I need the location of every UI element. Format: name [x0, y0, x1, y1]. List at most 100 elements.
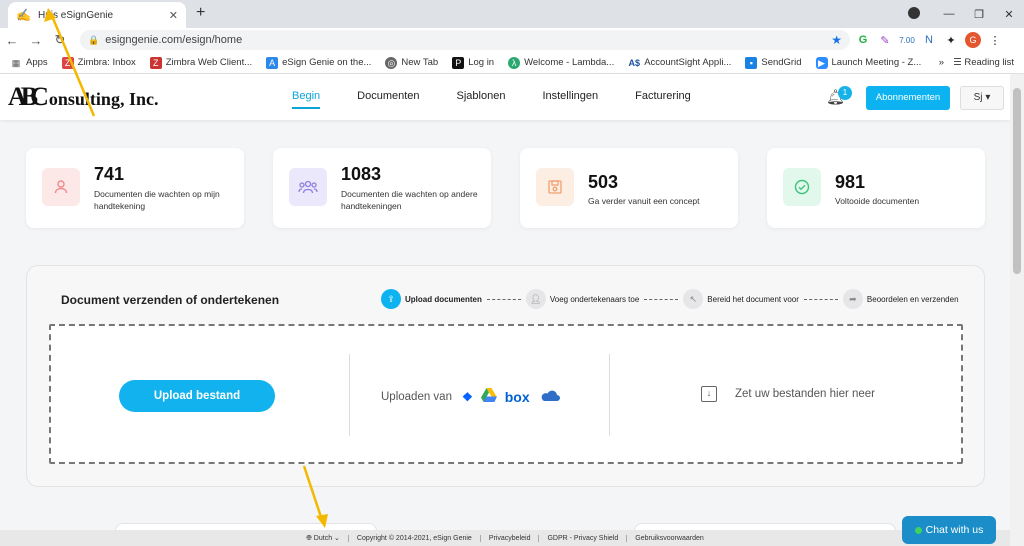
language-selector[interactable]: 🌐︎ Dutch ⌄: [298, 534, 348, 543]
bookmark-zoom[interactable]: ▶ Launch Meeting - Z...: [815, 56, 921, 69]
globe-icon: ◎: [385, 56, 398, 69]
step-prepare[interactable]: ↖ Bereid het document voor: [683, 289, 799, 309]
drop-files-text: Zet uw bestanden hier neer: [735, 388, 876, 400]
stat-card-waiting-on-others[interactable]: 1083 Documenten die wachten op andere ha…: [273, 148, 491, 228]
nav-facturering[interactable]: Facturering: [635, 90, 691, 109]
minimize-icon[interactable]: —: [934, 8, 964, 20]
upload-from-services: Uploaden van ❖ box: [381, 388, 568, 405]
users-icon: [289, 168, 327, 206]
stat-value: 503: [588, 172, 619, 192]
browser-menu-icon[interactable]: ⋮: [984, 34, 1006, 47]
stat-card-completed[interactable]: 981 Voltooide documenten: [767, 148, 985, 228]
extensions-puzzle-icon[interactable]: ✦: [940, 34, 962, 47]
box-icon[interactable]: box: [505, 389, 530, 405]
google-drive-icon[interactable]: [480, 388, 497, 405]
extension-n-icon[interactable]: N: [918, 34, 940, 46]
user-icon: [42, 168, 80, 206]
terms-link[interactable]: Gebruiksvoorwaarden: [626, 534, 711, 542]
stat-value: 1083: [341, 164, 382, 184]
bookmark-zimbra-web[interactable]: Z Zimbra Web Client...: [149, 56, 252, 69]
wizard-steps: ⇪ Upload documenten 👤︎ Voeg ondertekenaars…: [381, 289, 959, 309]
bookmark-sendgrid[interactable]: ▪ SendGrid: [745, 56, 802, 69]
step-signers[interactable]: 👤︎ Voeg ondertekenaars toe: [525, 289, 639, 309]
dropbox-icon[interactable]: ❖: [462, 390, 473, 404]
restore-icon[interactable]: ❐: [964, 8, 994, 21]
bookmarks-overflow-icon[interactable]: »: [939, 57, 944, 68]
bookmark-esign-genie[interactable]: AeSign Genie on the...: [266, 56, 371, 69]
scrollbar-thumb[interactable]: [1013, 88, 1021, 274]
onedrive-icon[interactable]: [538, 388, 560, 405]
forward-icon[interactable]: →: [24, 33, 48, 48]
new-tab-button[interactable]: +: [196, 4, 205, 22]
step-upload[interactable]: ⇪ Upload documenten: [381, 289, 482, 309]
page-footer: 🌐︎ Dutch ⌄ Copyright © 2014-2021, eSign …: [0, 530, 1010, 546]
esign-favicon-icon: ✍: [16, 8, 31, 22]
person-step-icon: 👤︎: [525, 289, 546, 309]
bookmark-new-tab[interactable]: ◎ New Tab: [385, 56, 438, 69]
file-dropzone[interactable]: Upload bestand Uploaden van ❖ box ↓ Zet …: [49, 324, 963, 464]
drop-files-area: ↓ Zet uw bestanden hier neer: [701, 386, 875, 402]
back-icon[interactable]: ←: [0, 33, 24, 48]
url-bar[interactable]: 🔒 esigngenie.com/esign/home ★: [80, 30, 850, 50]
bookmark-accountsight[interactable]: A$ AccountSight Appli...: [628, 57, 731, 69]
step-review[interactable]: ➦ Beoordelen en verzenden: [842, 289, 959, 309]
bookmark-zimbra-inbox[interactable]: Z Zimbra: Inbox: [61, 56, 136, 69]
download-tray-icon: ↓: [701, 386, 717, 402]
stat-label: Documenten die wachten op mijn handteken…: [94, 189, 220, 211]
profile-menu-icon[interactable]: [904, 6, 934, 22]
bookmark-log-in[interactable]: P Log in: [452, 56, 494, 69]
stat-card-waiting-on-me[interactable]: 741 Documenten die wachten op mijn handt…: [26, 148, 244, 228]
chat-with-us-button[interactable]: Chat with us: [902, 516, 996, 544]
gdpr-link[interactable]: GDPR - Privacy Shield: [538, 534, 626, 542]
subscriptions-button[interactable]: Abonnementen: [866, 86, 950, 110]
step-connector: [486, 298, 521, 300]
user-menu-button[interactable]: Sj ▾: [960, 86, 1004, 110]
panel-title: Document verzenden of ondertekenen: [61, 293, 280, 307]
close-window-icon[interactable]: ✕: [994, 8, 1024, 21]
bookmarks-bar: ▦ Apps Z Zimbra: Inbox Z Zimbra Web Client.…: [0, 52, 1024, 74]
send-document-panel: Document verzenden of ondertekenen ⇪ Uplo…: [26, 265, 985, 487]
login-p-icon: P: [452, 56, 465, 69]
bookmark-star-icon[interactable]: ★: [831, 33, 842, 47]
cursor-step-icon: ↖: [683, 289, 704, 309]
online-dot-icon: [914, 526, 922, 534]
nav-begin[interactable]: Begin: [292, 90, 321, 109]
notifications-bell-icon[interactable]: 🔔︎ 1: [826, 86, 852, 106]
app-header: ABConsulting, Inc. Begin Documenten Sjab…: [0, 74, 1010, 120]
reload-icon[interactable]: ↻: [48, 32, 72, 48]
nav-sjablonen[interactable]: Sjablonen: [457, 90, 506, 109]
reading-list-button[interactable]: ☰ Reading list: [953, 57, 1014, 68]
window-controls: — ❐ ✕: [904, 0, 1024, 28]
privacy-link[interactable]: Privacybeleid: [479, 534, 539, 542]
bookmark-lambda[interactable]: λ Welcome - Lambda...: [508, 56, 614, 69]
nav-documenten[interactable]: Documenten: [357, 90, 419, 109]
feather-extension-icon[interactable]: ✎: [874, 34, 896, 47]
extension-badge-icon[interactable]: 7.00: [896, 36, 918, 45]
lock-icon: 🔒: [88, 34, 100, 45]
url-text: esigngenie.com/esign/home: [105, 34, 243, 46]
apps-grid-icon: ▦: [11, 57, 21, 68]
zimbra-web-icon: Z: [149, 56, 162, 69]
chevron-down-icon: ⌄: [334, 534, 340, 542]
send-step-icon: ➦: [842, 289, 863, 309]
divider: [349, 354, 350, 436]
stat-label: Documenten die wachten op andere handtek…: [341, 189, 478, 211]
company-logo[interactable]: ABConsulting, Inc.: [8, 82, 158, 112]
bookmark-apps[interactable]: ▦ Apps: [10, 57, 48, 69]
grammarly-icon[interactable]: G: [852, 34, 874, 46]
nav-instellingen[interactable]: Instellingen: [542, 90, 598, 109]
accountsight-icon: A$: [628, 57, 640, 68]
address-bar-row: ← → ↻ 🔒 esigngenie.com/esign/home ★ G ✎ …: [0, 28, 1024, 52]
upload-step-icon: ⇪: [381, 289, 401, 309]
zimbra-icon: Z: [61, 56, 74, 69]
sendgrid-icon: ▪: [745, 56, 758, 69]
appstore-icon: A: [266, 56, 279, 69]
page-scrollbar[interactable]: [1010, 74, 1024, 546]
divider: [609, 354, 610, 436]
reading-list-icon: ☰: [953, 57, 965, 68]
browser-tab[interactable]: ✍ Huis eSignGenie ✕: [8, 2, 186, 28]
profile-avatar[interactable]: G: [965, 32, 981, 48]
stat-card-drafts[interactable]: 503 Ga verder vanuit een concept: [520, 148, 738, 228]
upload-file-button[interactable]: Upload bestand: [119, 380, 275, 412]
close-tab-icon[interactable]: ✕: [169, 9, 178, 22]
